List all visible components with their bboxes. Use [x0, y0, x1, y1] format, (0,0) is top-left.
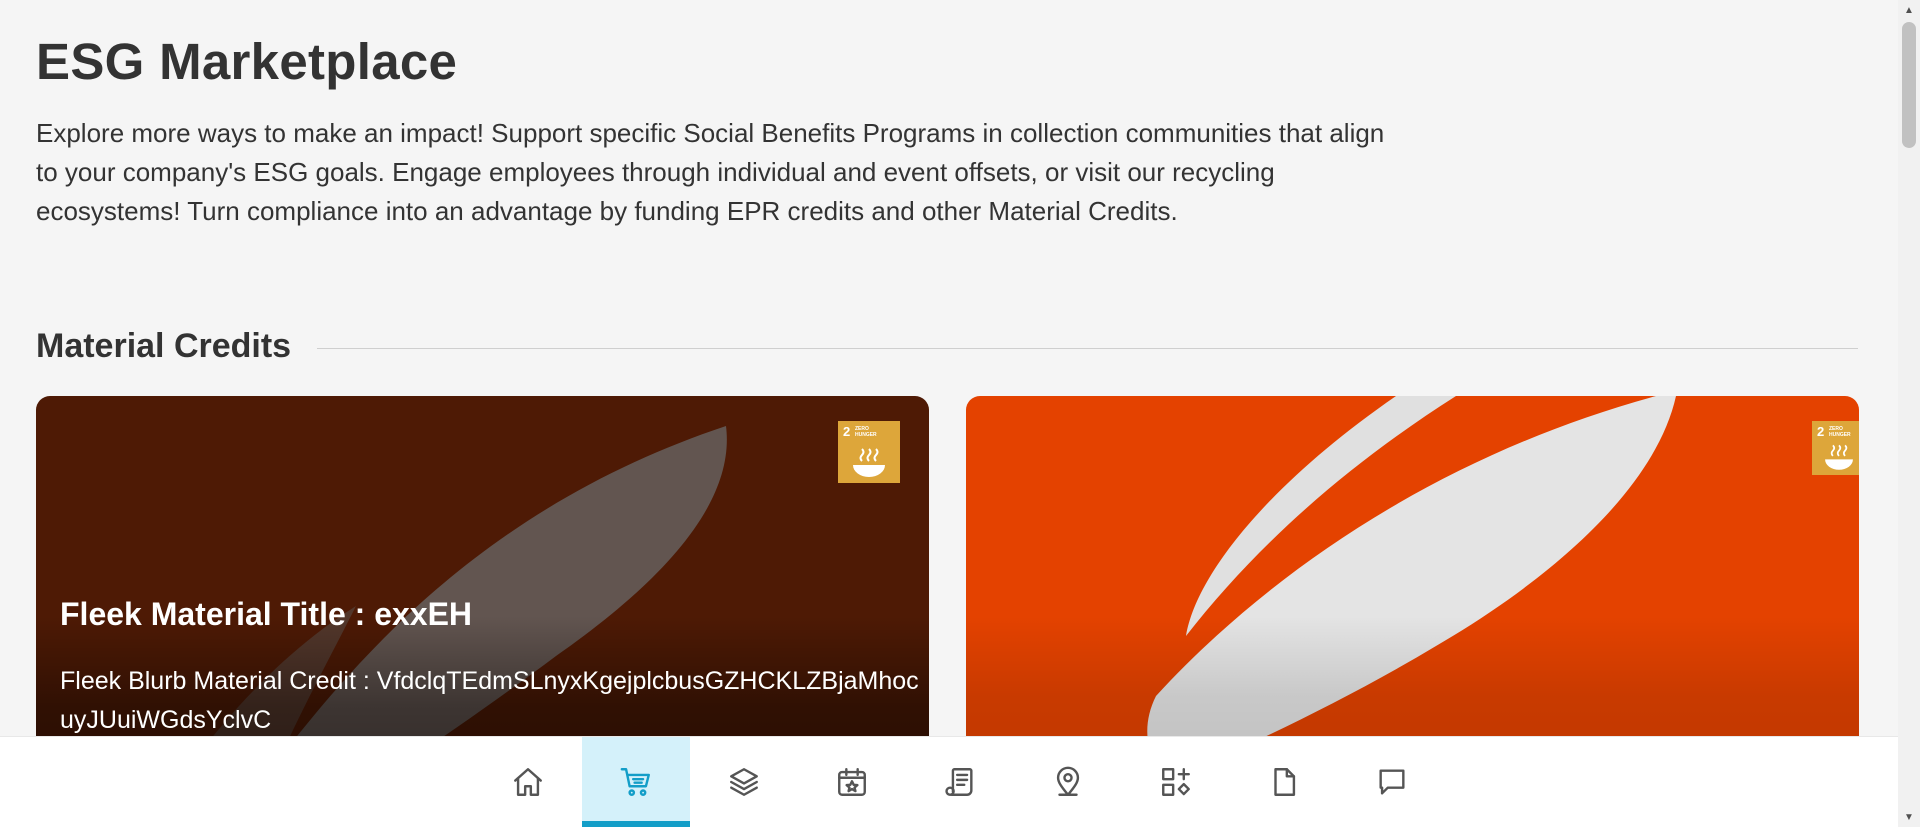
section-header: Material Credits — [36, 326, 1858, 366]
bowl-icon — [1825, 444, 1853, 470]
cart-icon — [620, 768, 650, 796]
section-title: Material Credits — [36, 326, 292, 365]
shapes-icon — [1162, 768, 1190, 796]
card-title: Fleek Material Title : exxEH — [60, 596, 473, 632]
card-blurb: Fleek Blurb Material Credit : VfdclqTEdm… — [60, 667, 919, 734]
scroll-down-arrow-icon[interactable]: ▼ — [1898, 807, 1920, 827]
page-title: ESG Marketplace — [36, 33, 458, 90]
vertical-scrollbar[interactable]: ▲ ▼ — [1898, 0, 1920, 827]
nav-messages[interactable] — [1338, 737, 1446, 827]
document-icon — [1274, 768, 1296, 796]
nav-events[interactable] — [798, 737, 906, 827]
nav-receipts[interactable] — [906, 737, 1014, 827]
nav-home[interactable] — [474, 737, 582, 827]
sdg-badge: 2 ZERO HUNGER — [838, 421, 900, 483]
sdg-badge: 2 ZERO HUNGER — [1812, 421, 1859, 475]
chat-icon — [1379, 769, 1405, 795]
location-pin-icon — [1056, 766, 1080, 796]
bowl-icon — [853, 448, 885, 477]
section-divider — [317, 347, 1858, 349]
nav-layers[interactable] — [690, 737, 798, 827]
layers-icon — [730, 768, 758, 796]
nav-ecosystems[interactable] — [1122, 737, 1230, 827]
scroll-thumb[interactable] — [1902, 22, 1916, 148]
bottom-nav — [474, 737, 1446, 827]
scroll-up-arrow-icon[interactable]: ▲ — [1898, 0, 1920, 20]
nav-documents[interactable] — [1230, 737, 1338, 827]
bottom-nav-bar — [0, 737, 1898, 827]
calendar-star-icon — [838, 768, 866, 796]
receipt-icon — [945, 768, 973, 796]
nav-marketplace[interactable] — [582, 737, 690, 827]
page-intro: Explore more ways to make an impact! Sup… — [36, 118, 1385, 226]
nav-locations[interactable] — [1014, 737, 1122, 827]
home-icon — [514, 768, 542, 796]
